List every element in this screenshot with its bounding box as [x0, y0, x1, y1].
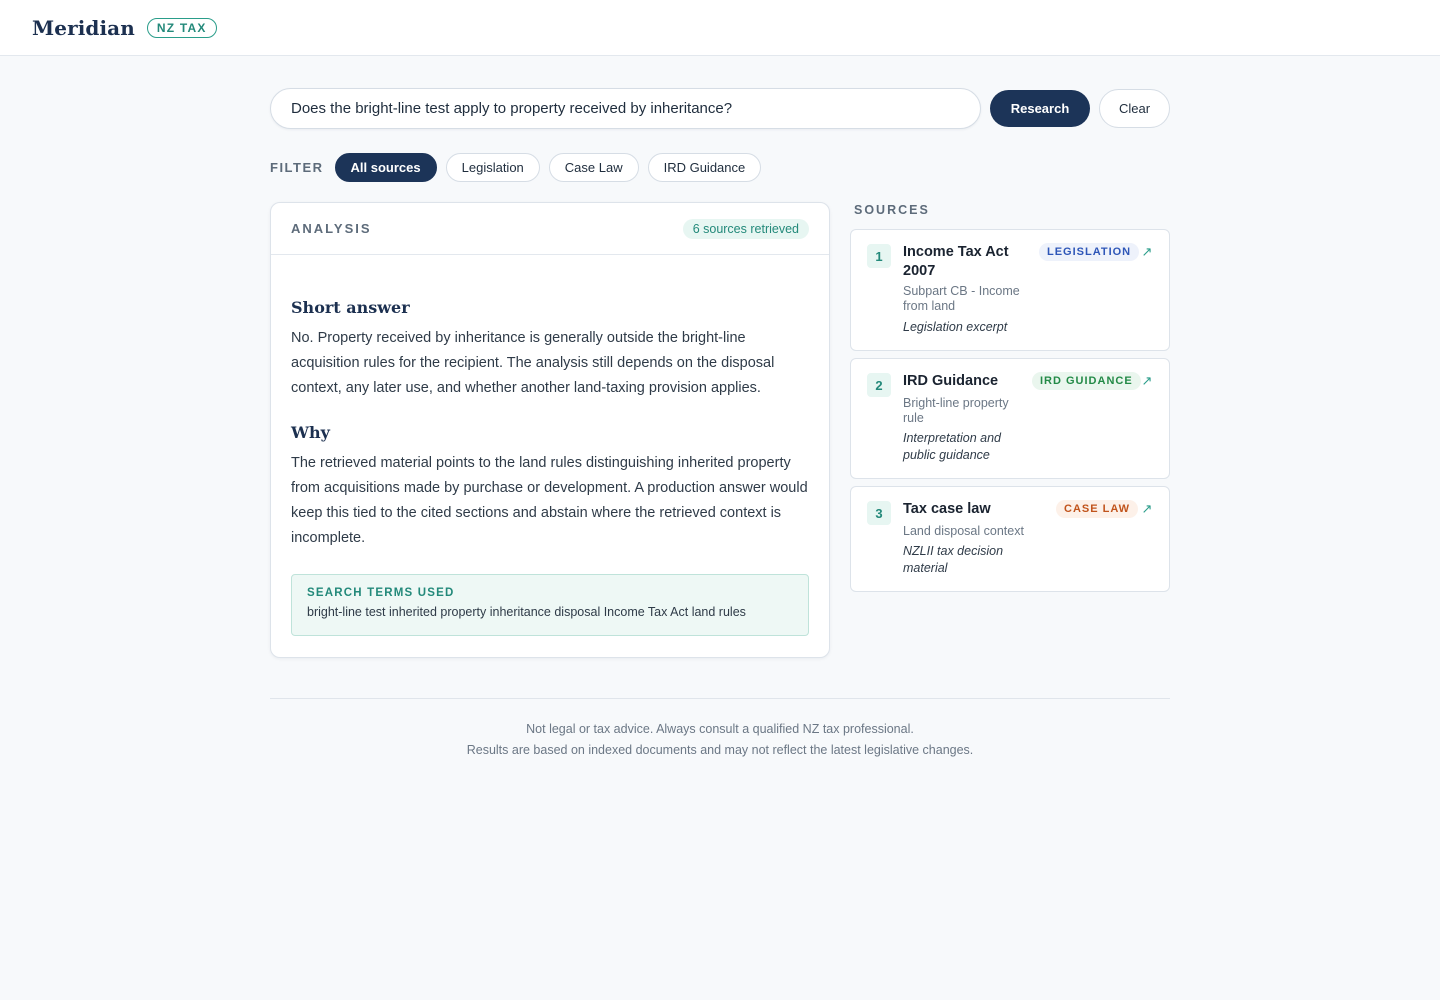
source-tag-case-law: CASE LAW: [1056, 500, 1139, 518]
source-number: 1: [867, 244, 891, 268]
filter-chip-ird-guidance[interactable]: IRD Guidance: [647, 153, 762, 182]
source-type: Interpretation and public guidance: [903, 431, 1001, 462]
search-row: Research Clear: [270, 88, 1170, 129]
source-card[interactable]: 2 IRD Guidance Bright-line property rule…: [850, 358, 1170, 479]
footer-divider: [270, 698, 1170, 699]
filter-bar: FILTER All sources Legislation Case Law …: [270, 153, 770, 182]
search-terms-text: bright-line test inherited property inhe…: [307, 605, 746, 619]
source-tag-legislation: LEGISLATION: [1039, 243, 1140, 261]
short-answer-heading: Short answer: [291, 298, 410, 317]
research-button[interactable]: Research: [990, 90, 1090, 127]
source-subtitle: Bright-line property rule: [903, 396, 1009, 425]
external-link-icon[interactable]: ↗: [1139, 501, 1155, 517]
source-title: Tax case law: [903, 501, 991, 517]
source-type: NZLII tax decision material: [903, 544, 1004, 575]
search-terms-title: SEARCH TERMS USED: [307, 587, 455, 599]
short-answer-text: No. Property received by inheritance is …: [291, 330, 775, 396]
analysis-header: ANALYSIS 6 sources retrieved: [271, 203, 829, 255]
source-tag-ird-guidance: IRD GUIDANCE: [1032, 372, 1141, 390]
why-heading: Why: [291, 423, 330, 442]
search-terms-box: SEARCH TERMS USED bright-line test inher…: [291, 574, 809, 636]
source-title: Income Tax Act 2007: [903, 244, 1009, 279]
source-number: 3: [867, 501, 891, 525]
source-type: Legislation excerpt: [903, 320, 1008, 334]
source-title: IRD Guidance: [903, 373, 999, 389]
filter-chip-case-law[interactable]: Case Law: [548, 153, 639, 182]
search-input[interactable]: [270, 88, 981, 129]
external-link-icon[interactable]: ↗: [1139, 373, 1155, 389]
filter-chip-all-sources[interactable]: All sources: [334, 153, 437, 182]
region-badge: NZ TAX: [146, 17, 217, 38]
top-bar: Meridian NZ TAX: [0, 0, 1440, 56]
analysis-panel: ANALYSIS 6 sources retrieved Short answe…: [270, 202, 830, 658]
source-card[interactable]: 1 Income Tax Act 2007 Subpart CB - Incom…: [850, 229, 1170, 351]
why-text: The retrieved material points to the lan…: [291, 455, 808, 546]
disclaimer-line-1: Not legal or tax advice. Always consult …: [526, 722, 914, 736]
filter-chip-legislation[interactable]: Legislation: [445, 153, 540, 182]
source-card[interactable]: 3 Tax case law Land disposal context NZL…: [850, 486, 1170, 592]
analysis-body: Short answer No. Property received by in…: [271, 255, 829, 636]
analysis-title: ANALYSIS: [291, 221, 372, 236]
sources-count-badge: 6 sources retrieved: [682, 218, 809, 239]
external-link-icon[interactable]: ↗: [1139, 244, 1155, 260]
disclaimer-line-2: Results are based on indexed documents a…: [466, 743, 974, 757]
filter-label: FILTER: [270, 160, 324, 175]
source-number: 2: [867, 373, 891, 397]
brand-logo[interactable]: Meridian: [32, 16, 135, 40]
source-subtitle: Land disposal context: [903, 524, 1024, 538]
sources-heading: SOURCES: [854, 203, 930, 217]
source-subtitle: Subpart CB - Income from land: [903, 284, 1020, 313]
clear-button[interactable]: Clear: [1099, 89, 1170, 128]
